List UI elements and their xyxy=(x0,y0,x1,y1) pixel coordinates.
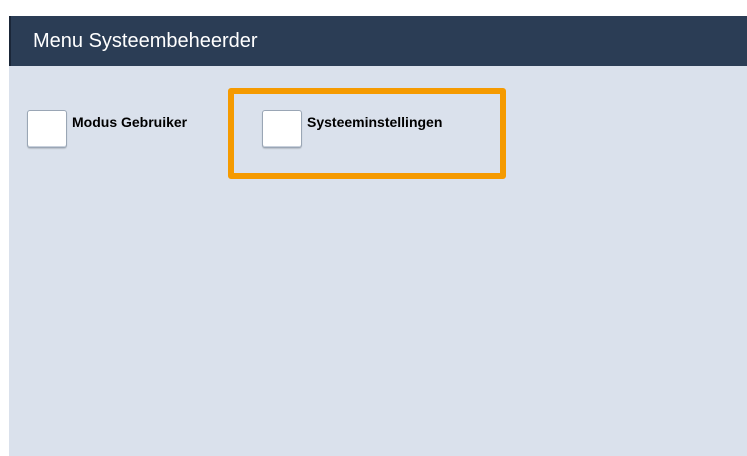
system-settings-label: Systeeminstellingen xyxy=(307,114,443,130)
admin-menu-screen: Menu Systeembeheerder Modus Gebruiker Sy… xyxy=(9,16,747,456)
page-title: Menu Systeembeheerder xyxy=(33,30,258,52)
mode-user-option[interactable]: Modus Gebruiker xyxy=(27,110,187,148)
mode-user-button[interactable] xyxy=(27,110,67,148)
title-bar: Menu Systeembeheerder xyxy=(9,16,747,66)
mode-user-label: Modus Gebruiker xyxy=(72,114,188,130)
system-settings-button[interactable] xyxy=(262,110,302,148)
system-settings-option[interactable]: Systeeminstellingen xyxy=(262,110,442,148)
